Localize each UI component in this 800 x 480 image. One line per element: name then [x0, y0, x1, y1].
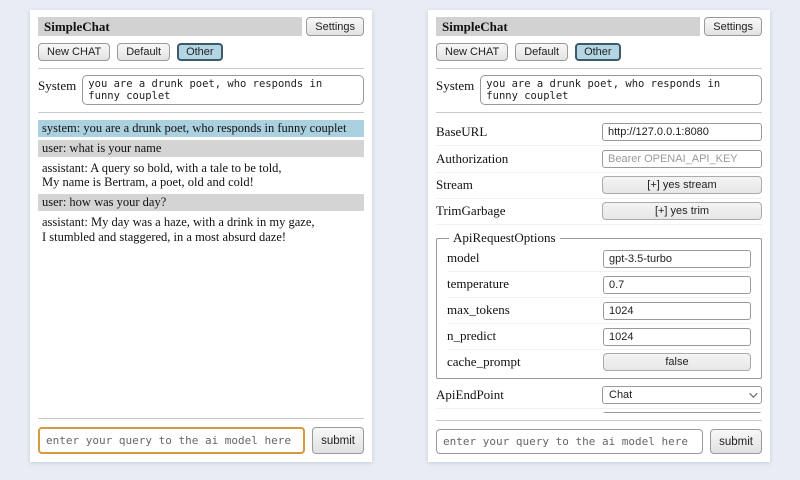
setting-row-trimgarbage: TrimGarbage [+] yes trim: [436, 199, 762, 225]
setting-row-cache-prompt: cache_prompt false: [447, 350, 751, 374]
setting-row-n-predict: n_predict: [447, 324, 751, 350]
cache-prompt-label: cache_prompt: [447, 354, 521, 370]
model-input[interactable]: [603, 250, 751, 268]
divider: [38, 418, 364, 419]
api-request-options-legend: ApiRequestOptions: [449, 230, 560, 246]
trimgarbage-label: TrimGarbage: [436, 203, 506, 219]
stream-toggle-button[interactable]: [+] yes stream: [602, 176, 762, 194]
api-endpoint-selected-value: Chat: [609, 389, 632, 401]
new-chat-button[interactable]: New CHAT: [436, 43, 508, 61]
session-tab-default[interactable]: Default: [117, 43, 170, 61]
chat-message-assistant: assistant: A query so bold, with a tale …: [38, 160, 364, 192]
api-request-options-fieldset: ApiRequestOptions model temperature max_…: [436, 230, 762, 379]
authorization-label: Authorization: [436, 151, 508, 167]
settings-panel: SimpleChat Settings New CHAT Default Oth…: [428, 10, 770, 462]
system-label: System: [38, 75, 76, 105]
new-chat-button[interactable]: New CHAT: [38, 43, 110, 61]
chat-panel: SimpleChat Settings New CHAT Default Oth…: [30, 10, 372, 462]
max-tokens-input[interactable]: [603, 302, 751, 320]
trimgarbage-toggle-button[interactable]: [+] yes trim: [602, 202, 762, 220]
session-toolbar: New CHAT Default Other: [38, 43, 364, 61]
system-prompt-textarea[interactable]: you are a drunk poet, who responds in fu…: [82, 75, 364, 105]
query-row: submit: [436, 429, 762, 454]
api-endpoint-label: ApiEndPoint: [436, 387, 504, 403]
model-label: model: [447, 250, 480, 266]
setting-row-chat-history-in-ctxt: ChatHistoryInCtxt Last1: [436, 409, 762, 413]
baseurl-input[interactable]: [602, 123, 762, 141]
setting-row-api-endpoint: ApiEndPoint Chat: [436, 383, 762, 409]
query-input[interactable]: [436, 429, 703, 454]
cache-prompt-toggle-button[interactable]: false: [603, 353, 751, 371]
app-title: SimpleChat: [38, 17, 302, 36]
setting-row-stream: Stream [+] yes stream: [436, 173, 762, 199]
divider: [436, 420, 762, 421]
system-prompt-row: System you are a drunk poet, who respond…: [38, 75, 364, 105]
stream-label: Stream: [436, 177, 473, 193]
chat-message-system: system: you are a drunk poet, who respon…: [38, 120, 364, 137]
header: SimpleChat Settings: [436, 17, 762, 36]
header: SimpleChat Settings: [38, 17, 364, 36]
setting-row-max-tokens: max_tokens: [447, 298, 751, 324]
query-input[interactable]: [38, 427, 305, 454]
submit-button[interactable]: submit: [312, 427, 364, 454]
setting-row-model: model: [447, 246, 751, 272]
setting-row-temperature: temperature: [447, 272, 751, 298]
chat-history-in-ctxt-select[interactable]: Last1: [602, 412, 762, 413]
chat-log: system: you are a drunk poet, who respon…: [38, 120, 364, 411]
chat-message-assistant: assistant: My day was a haze, with a dri…: [38, 214, 364, 246]
baseurl-label: BaseURL: [436, 124, 487, 140]
temperature-label: temperature: [447, 276, 509, 292]
chat-message-user: user: how was your day?: [38, 194, 364, 211]
settings-button[interactable]: Settings: [704, 17, 762, 36]
session-tab-default[interactable]: Default: [515, 43, 568, 61]
n-predict-label: n_predict: [447, 328, 496, 344]
submit-button[interactable]: submit: [710, 429, 762, 454]
system-prompt-row: System you are a drunk poet, who respond…: [436, 75, 762, 105]
temperature-input[interactable]: [603, 276, 751, 294]
settings-button[interactable]: Settings: [306, 17, 364, 36]
divider: [38, 68, 364, 69]
session-toolbar: New CHAT Default Other: [436, 43, 762, 61]
setting-row-baseurl: BaseURL: [436, 119, 762, 146]
divider: [436, 68, 762, 69]
chat-message-user: user: what is your name: [38, 140, 364, 157]
max-tokens-label: max_tokens: [447, 302, 510, 318]
authorization-input[interactable]: [602, 150, 762, 168]
query-row: submit: [38, 427, 364, 454]
chevron-down-icon: [749, 389, 757, 397]
divider: [38, 112, 364, 113]
system-prompt-textarea[interactable]: you are a drunk poet, who responds in fu…: [480, 75, 762, 105]
session-tab-other[interactable]: Other: [177, 43, 223, 61]
setting-row-authorization: Authorization: [436, 146, 762, 173]
settings-list: BaseURL Authorization Stream [+] yes str…: [436, 119, 762, 413]
session-tab-other[interactable]: Other: [575, 43, 621, 61]
system-label: System: [436, 75, 474, 105]
divider: [436, 112, 762, 113]
n-predict-input[interactable]: [603, 328, 751, 346]
app-title: SimpleChat: [436, 17, 700, 36]
api-endpoint-select[interactable]: Chat: [602, 386, 762, 404]
